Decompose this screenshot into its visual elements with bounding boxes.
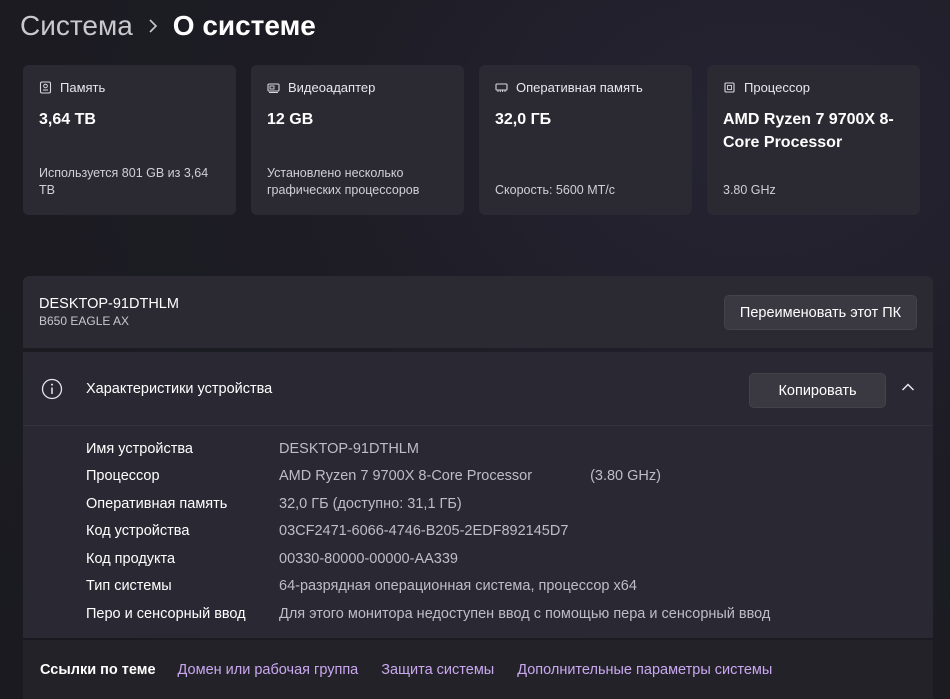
- summary-cards: Память 3,64 TB Используется 801 GB из 3,…: [23, 65, 920, 215]
- card-gpu: Видеоадаптер 12 GB Установлено несколько…: [251, 65, 464, 215]
- device-specifications-list: Имя устройства DESKTOP-91DTHLM Процессор…: [23, 426, 933, 628]
- spec-label: Тип системы: [86, 578, 172, 595]
- related-links: Ссылки по теме Домен или рабочая группа …: [23, 640, 933, 699]
- spec-row: Имя устройства DESKTOP-91DTHLM: [23, 435, 933, 463]
- card-gpu-title: Видеоадаптер: [288, 80, 376, 95]
- card-ram-value: 32,0 ГБ: [495, 111, 552, 128]
- spec-value: AMD Ryzen 7 9700X 8-Core Processor: [279, 468, 533, 485]
- card-cpu-title: Процессор: [744, 80, 810, 95]
- spec-value: 64-разрядная операционная система, проце…: [279, 578, 637, 595]
- spec-label: Перо и сенсорный ввод: [86, 605, 246, 622]
- spec-value: Для этого монитора недоступен ввод с пом…: [279, 605, 771, 622]
- card-storage-title: Память: [60, 80, 106, 95]
- spec-label: Процессор: [86, 468, 160, 485]
- card-cpu: Процессор AMD Ryzen 7 9700X 8-Core Proce…: [707, 65, 920, 215]
- ram-icon: [495, 81, 508, 94]
- spec-row: Процессор AMD Ryzen 7 9700X 8-Core Proce…: [23, 463, 933, 491]
- device-specifications-title: Характеристики устройства: [86, 380, 273, 397]
- link-advanced-system-settings[interactable]: Дополнительные параметры системы: [517, 662, 772, 678]
- device-name-panel: DESKTOP-91DTHLM B650 EAGLE AX Переименов…: [23, 276, 933, 348]
- link-system-protection[interactable]: Защита системы: [381, 662, 494, 678]
- chevron-up-icon[interactable]: [901, 380, 915, 394]
- breadcrumb-parent[interactable]: Система: [20, 10, 133, 42]
- spec-value: 03CF2471-6066-4746-B205-2EDF892145D7: [279, 523, 569, 540]
- gpu-icon: [267, 81, 280, 94]
- card-storage-value: 3,64 TB: [39, 111, 96, 128]
- spec-label: Имя устройства: [86, 440, 193, 457]
- card-cpu-sub: 3.80 GHz: [723, 183, 776, 197]
- spec-label: Код продукта: [86, 550, 176, 567]
- breadcrumb: Система О системе: [20, 8, 316, 44]
- copy-button[interactable]: Копировать: [749, 373, 886, 408]
- spec-value: 00330-80000-00000-AA339: [279, 550, 458, 567]
- chevron-right-icon: [147, 19, 159, 33]
- page-title: О системе: [172, 10, 316, 41]
- card-storage: Память 3,64 TB Используется 801 GB из 3,…: [23, 65, 236, 215]
- card-ram-sub: Скорость: 5600 МТ/с: [495, 183, 615, 197]
- spec-row: Код продукта 00330-80000-00000-AA339: [23, 545, 933, 573]
- spec-row: Код устройства 03CF2471-6066-4746-B205-2…: [23, 518, 933, 546]
- rename-pc-button[interactable]: Переименовать этот ПК: [724, 295, 917, 330]
- device-specifications-header[interactable]: Характеристики устройства Копировать: [23, 352, 933, 426]
- link-domain-workgroup[interactable]: Домен или рабочая группа: [178, 662, 359, 678]
- spec-value: 32,0 ГБ (доступно: 31,1 ГБ): [279, 495, 462, 512]
- related-links-title: Ссылки по теме: [40, 661, 156, 678]
- spec-row: Тип системы 64-разрядная операционная си…: [23, 573, 933, 601]
- card-ram: Оперативная память 32,0 ГБ Скорость: 560…: [479, 65, 692, 215]
- spec-row: Перо и сенсорный ввод Для этого монитора…: [23, 600, 933, 628]
- spec-value-extra: (3.80 GHz): [590, 468, 661, 485]
- spec-label: Код устройства: [86, 523, 190, 540]
- device-specifications-panel: Характеристики устройства Копировать Имя…: [23, 352, 933, 638]
- spec-label: Оперативная память: [86, 495, 228, 512]
- info-icon: [41, 378, 63, 400]
- spec-row: Оперативная память 32,0 ГБ (доступно: 31…: [23, 490, 933, 518]
- storage-icon: [39, 81, 52, 94]
- card-ram-title: Оперативная память: [516, 80, 643, 95]
- card-gpu-value: 12 GB: [267, 111, 314, 128]
- card-storage-sub: Используется 801 GB из 3,64 TB: [39, 166, 209, 197]
- card-cpu-value: AMD Ryzen 7 9700X 8-Core Processor: [723, 111, 894, 151]
- cpu-icon: [723, 81, 736, 94]
- card-gpu-sub: Установлено несколько графических процес…: [267, 166, 420, 197]
- spec-value: DESKTOP-91DTHLM: [279, 440, 419, 457]
